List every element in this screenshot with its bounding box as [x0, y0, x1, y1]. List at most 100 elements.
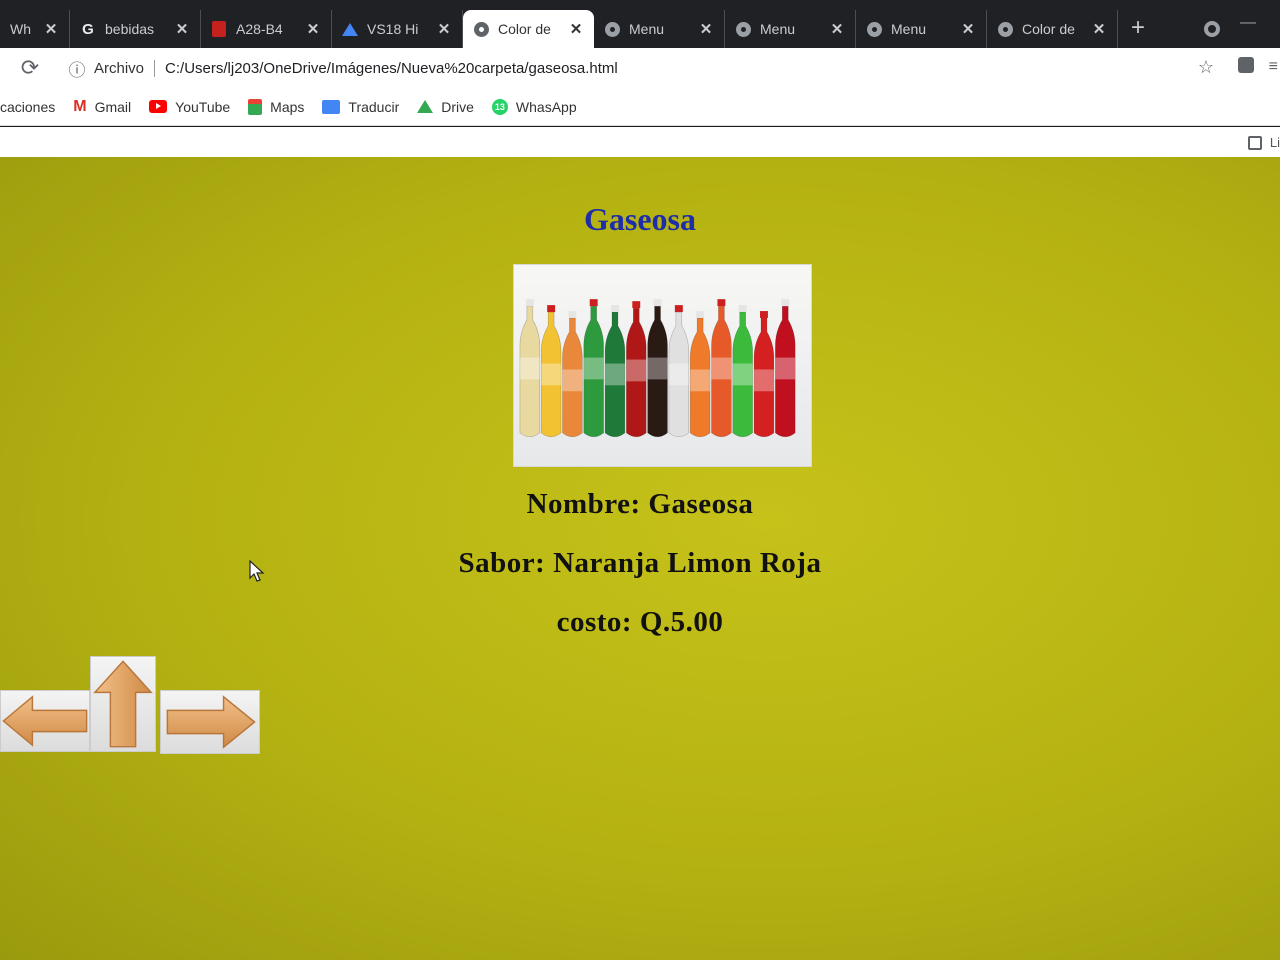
- profile-icon[interactable]: [1204, 21, 1220, 37]
- tab-strip: Wh ✕ G bebidas ✕ A28-B4 ✕ VS18 Hi ✕ Colo…: [0, 0, 1280, 48]
- bookmark-gmail[interactable]: M Gmail: [73, 98, 131, 116]
- bottle-cap: [632, 301, 641, 309]
- bookmark-traducir[interactable]: Traducir: [322, 99, 399, 115]
- tab-2[interactable]: G bebidas ✕: [70, 10, 201, 48]
- info-icon[interactable]: ⓘ: [66, 56, 88, 81]
- bottle-label: [754, 369, 774, 392]
- tab-6[interactable]: Menu ✕: [594, 10, 725, 48]
- menu-icon[interactable]: ≡: [1269, 58, 1278, 76]
- reading-list-icon: [1247, 135, 1262, 150]
- drive-icon: [342, 21, 358, 37]
- tab-9[interactable]: Color de ✕: [987, 10, 1118, 48]
- reading-list-button[interactable]: Li: [1247, 135, 1280, 150]
- minimize-icon[interactable]: —: [1240, 14, 1256, 32]
- soda-bottles-image: [513, 264, 812, 467]
- tab-8[interactable]: Menu ✕: [856, 10, 987, 48]
- soda-bottles-illustration: [519, 299, 796, 438]
- bottle-cap: [568, 311, 577, 318]
- tab-title: Menu: [891, 21, 927, 37]
- bookmark-label: YouTube: [175, 98, 231, 115]
- close-icon[interactable]: ✕: [568, 20, 584, 38]
- home-up-button[interactable]: [90, 656, 156, 752]
- arrow-up-icon: [93, 660, 153, 748]
- product-cost: costo: Q.5.00: [556, 606, 724, 638]
- bottle-label: [541, 363, 562, 386]
- tab-title: Color de: [1022, 21, 1075, 37]
- drive-icon: [417, 100, 434, 113]
- close-icon[interactable]: ✕: [305, 20, 321, 38]
- close-icon[interactable]: ✕: [436, 20, 452, 38]
- reading-list-label: Li: [1269, 135, 1280, 150]
- browser-toolbar: ⟳ ⓘ Archivo C:/Users/lj203/OneDrive/Imág…: [0, 48, 1280, 88]
- globe-icon: [473, 21, 489, 37]
- bookmarks-bar: caciones M Gmail YouTube Maps Traducir D…: [0, 88, 1280, 126]
- tab-5-active[interactable]: Color de ✕: [463, 10, 594, 48]
- globe-icon: [735, 21, 751, 37]
- globe-icon: [997, 21, 1013, 37]
- tab-1[interactable]: Wh ✕: [0, 10, 70, 48]
- tab-title: Menu: [629, 21, 665, 37]
- gmail-icon: M: [73, 97, 87, 115]
- tab-3[interactable]: A28-B4 ✕: [201, 10, 332, 48]
- globe-icon: [866, 21, 882, 37]
- bookmark-label: Gmail: [94, 98, 132, 115]
- bottle-label: [583, 357, 604, 380]
- arrow-right-icon: [166, 695, 256, 749]
- bookmark-label: Traducir: [348, 98, 400, 115]
- tab-title: A28-B4: [236, 21, 283, 37]
- close-icon[interactable]: ✕: [43, 20, 59, 38]
- previous-button[interactable]: [0, 690, 90, 752]
- mouse-cursor-icon: [249, 560, 265, 582]
- bottle-cap: [738, 305, 747, 313]
- bottle-label: [711, 357, 732, 380]
- document-icon: [211, 21, 227, 37]
- tab-title: Color de: [498, 21, 551, 37]
- next-button[interactable]: [160, 690, 260, 754]
- tab-title: Wh: [10, 21, 31, 37]
- bottle-label: [732, 363, 753, 386]
- reading-list-bar: Li: [0, 127, 1280, 157]
- bottle-cap: [589, 299, 598, 307]
- bottle-label: [626, 359, 647, 382]
- bottle-cap: [760, 311, 768, 318]
- bottle-label: [605, 363, 625, 386]
- extensions-icon[interactable]: [1238, 57, 1254, 73]
- close-icon[interactable]: ✕: [960, 20, 976, 38]
- maps-icon: [248, 98, 263, 115]
- whatsapp-icon: 13: [491, 98, 508, 115]
- bottle-cap: [674, 305, 683, 313]
- product-name: Nombre: Gaseosa: [526, 488, 754, 520]
- bottle-cap: [653, 299, 662, 307]
- close-icon[interactable]: ✕: [1091, 20, 1107, 38]
- product-flavor: Sabor: Naranja Limon Roja: [458, 547, 822, 579]
- globe-icon: [604, 21, 620, 37]
- page-title: Gaseosa: [584, 201, 696, 237]
- bottle-cap: [696, 311, 705, 318]
- close-icon[interactable]: ✕: [174, 20, 190, 38]
- translate-icon: [322, 99, 341, 114]
- new-tab-button[interactable]: +: [1118, 10, 1158, 48]
- google-icon: G: [82, 20, 94, 38]
- page-content: Gaseosa Nombre: Gaseosa Sabor: Naranja L…: [0, 157, 1280, 960]
- bottle-cap: [547, 305, 556, 313]
- bookmark-label: WhasApp: [515, 98, 577, 115]
- close-icon[interactable]: ✕: [698, 20, 714, 38]
- bookmark-whasapp[interactable]: 13 WhasApp: [491, 98, 577, 115]
- bottle-label: [690, 369, 711, 392]
- tab-7[interactable]: Menu ✕: [725, 10, 856, 48]
- bottle-cap: [717, 299, 726, 307]
- bookmark-apps[interactable]: caciones: [0, 99, 55, 115]
- bookmark-youtube[interactable]: YouTube: [149, 99, 230, 115]
- bookmark-drive[interactable]: Drive: [417, 99, 474, 115]
- tab-title: Menu: [760, 21, 796, 37]
- close-icon[interactable]: ✕: [829, 20, 845, 38]
- bottle-cap: [525, 299, 534, 307]
- bookmark-star-icon[interactable]: ☆: [1198, 57, 1214, 78]
- arrow-left-icon: [2, 695, 88, 747]
- tab-4[interactable]: VS18 Hi ✕: [332, 10, 463, 48]
- address-bar[interactable]: C:/Users/lj203/OneDrive/Imágenes/Nueva%2…: [165, 60, 618, 77]
- bookmark-maps[interactable]: Maps: [248, 98, 304, 115]
- bookmark-label: Drive: [441, 98, 474, 115]
- bottle-label: [562, 369, 583, 392]
- reload-icon[interactable]: ⟳: [0, 55, 60, 81]
